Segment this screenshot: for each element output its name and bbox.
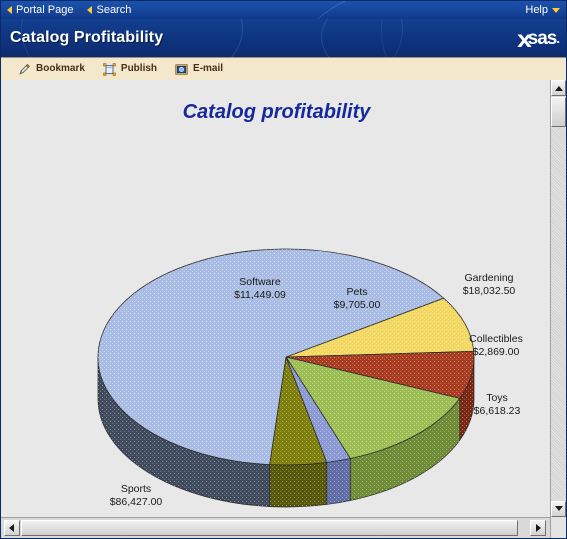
arrow-up-icon [554,86,563,91]
pie-label-pets-value: $9,705.00 [333,299,381,311]
nav-link-portal-page[interactable]: Portal Page [7,4,73,17]
nav-link-portal-page-label: Portal Page [16,3,74,16]
sas-logo-swirl-icon: x [516,26,532,52]
page-banner: Catalog Profitability x sas. [1,19,566,57]
bookmark-pen-icon [18,63,31,76]
pie-label-gardening-name: Gardening [464,272,514,284]
action-toolbar: Bookmark Publish E-mail [1,57,566,81]
pie-label-software: Software $11,449.09 [201,276,319,302]
sas-portal-window: Portal Page Search Help Catalog Profitab… [0,0,567,539]
arrow-down-icon [554,506,563,511]
bookmark-button-label: Bookmark [36,63,85,74]
top-navigation-bar: Portal Page Search Help [1,1,566,19]
scroll-right-button[interactable] [530,520,546,536]
horizontal-scrollbar-thumb[interactable] [21,520,518,536]
arrow-right-icon [536,524,541,532]
nav-link-search-label: Search [96,3,132,16]
pie-label-collectibles-value: $2,869.00 [472,346,520,358]
pie-label-sports-name: Sports [120,483,152,495]
pie-label-toys: Toys $6,618.23 [453,392,541,418]
arrow-left-icon [9,524,14,532]
pie-label-gardening-value: $18,032.50 [462,285,516,297]
sas-logo-text: sas [527,28,558,49]
pie-label-software-value: $11,449.09 [234,289,286,301]
sas-logo: x sas. [516,26,560,52]
nav-link-search[interactable]: Search [87,4,131,17]
scroll-left-button[interactable] [4,520,20,536]
email-icon [175,63,188,76]
vertical-scrollbar-track[interactable] [551,96,566,501]
publish-button[interactable]: Publish [103,62,158,76]
email-button[interactable]: E-mail [175,63,223,76]
scroll-down-button[interactable] [551,501,566,517]
page-title: Catalog Profitability [10,29,164,46]
vertical-scrollbar[interactable] [550,80,566,517]
report-content-area: Catalog profitability Software $11,449.0… [1,80,552,517]
horizontal-scrollbar[interactable] [1,517,566,538]
vertical-scrollbar-thumb[interactable] [551,97,566,127]
chevron-down-icon [552,7,560,13]
pie-label-software-name: Software [239,276,281,288]
pie-label-sports: Sports $86,427.00 [75,483,197,509]
pie-label-pets-name: Pets [346,286,368,298]
banner-swirl-decoration [268,1,566,19]
pie-label-collectibles-name: Collectibles [469,333,523,345]
pie-label-collectibles: Collectibles $2,869.00 [443,333,549,359]
pie-label-toys-value: $6,618.23 [473,405,521,417]
scroll-up-button[interactable] [551,80,566,96]
triangle-left-icon [7,6,12,14]
publish-button-label: Publish [120,63,158,74]
sas-logo-dot: . [556,31,560,46]
help-menu-button[interactable]: Help [525,1,560,19]
publish-frame-icon [103,62,116,76]
email-button-label: E-mail [193,63,224,74]
help-menu-label: Help [525,4,548,16]
pie-label-pets: Pets $9,705.00 [307,286,407,312]
pie-label-gardening: Gardening $18,032.50 [433,272,545,298]
bookmark-button[interactable]: Bookmark [18,63,85,76]
pie-label-sports-value: $86,427.00 [109,496,163,508]
pie-label-toys-name: Toys [486,392,508,404]
breadcrumb: Portal Page Search [7,1,131,19]
triangle-left-icon [87,6,93,14]
scrollbar-corner [550,517,566,538]
